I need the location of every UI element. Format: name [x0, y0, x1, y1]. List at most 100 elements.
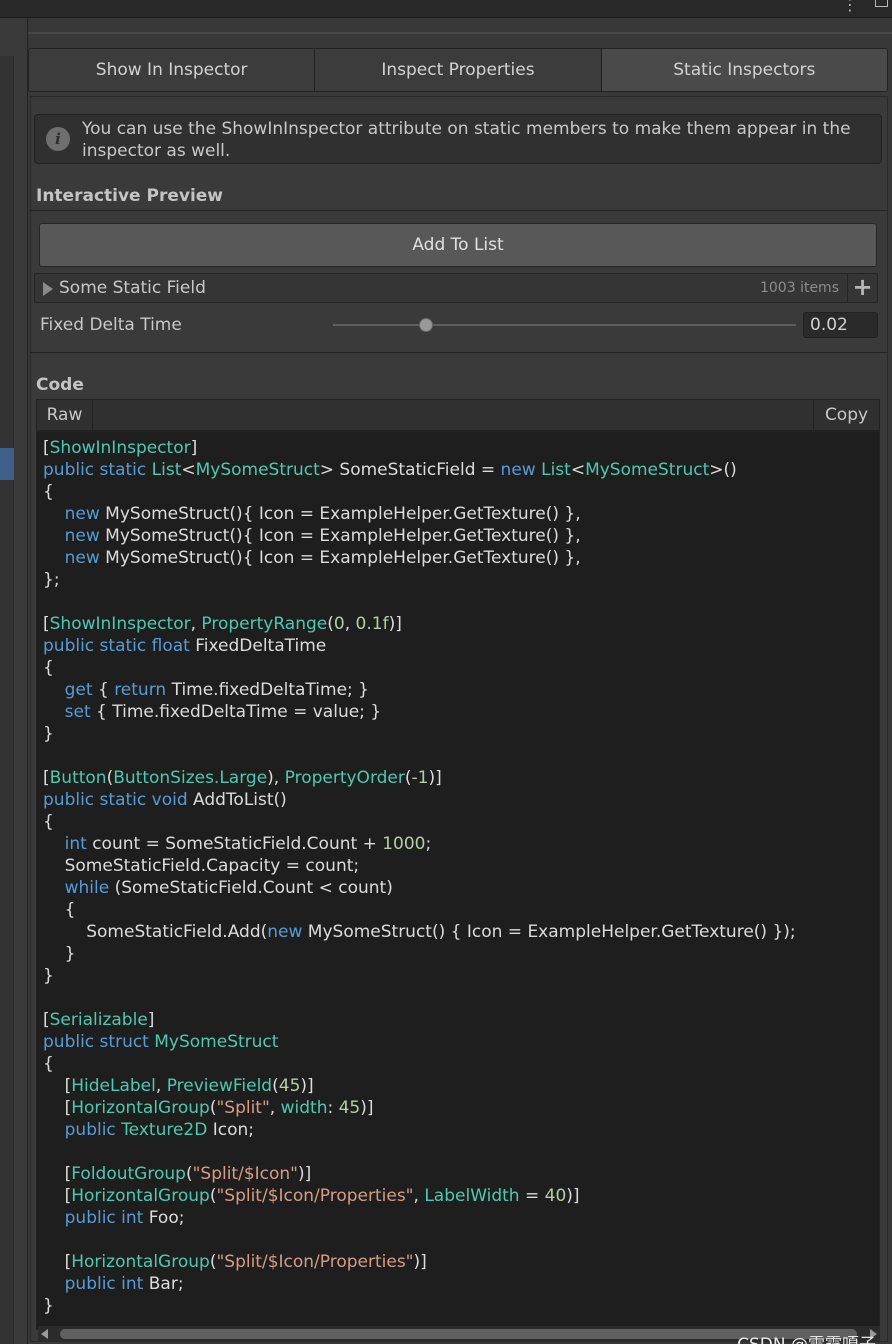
code-token: [ [43, 614, 50, 634]
code-token: SomeStaticField.Add( [43, 922, 268, 942]
panel-divider [28, 32, 892, 34]
code-line: } [43, 943, 796, 965]
code-line: } [43, 965, 796, 987]
code-token: new [64, 504, 106, 524]
more-options-icon[interactable]: ⋮ [842, 0, 858, 13]
inspector-panel: Show In Inspector Inspect Properties Sta… [28, 18, 892, 1344]
code-token: [ [43, 1186, 72, 1206]
code-token: )] [428, 768, 442, 788]
list-label: Some Static Field [59, 278, 206, 298]
section-divider [30, 210, 888, 211]
code-title: Code [36, 375, 84, 395]
code-token: MySomeStruct() { Icon = ExampleHelper.Ge… [307, 922, 796, 942]
code-token: } [43, 966, 54, 986]
code-token: = [519, 1186, 545, 1206]
code-token: SomeStaticField.Capacity = count; [43, 856, 360, 876]
code-view[interactable]: [ShowInInspector] public static List<MySo… [36, 431, 880, 1330]
maximize-icon[interactable] [875, 0, 888, 7]
code-line: { [43, 657, 796, 679]
tab-inspect-properties[interactable]: Inspect Properties [315, 49, 602, 91]
code-token: } [43, 944, 76, 964]
fixed-delta-time-label: Fixed Delta Time [40, 315, 182, 335]
code-line: SomeStaticField.Capacity = count; [43, 855, 796, 877]
code-line: [ShowInInspector, PropertyRange(0, 0.1f)… [43, 613, 796, 635]
code-token: new [267, 922, 308, 942]
code-line: public static void AddToList() [43, 789, 796, 811]
code-token: ( [327, 614, 334, 634]
slider-knob[interactable] [418, 318, 433, 332]
code-token: [ [43, 1252, 72, 1272]
code-line: public int Foo; [43, 1207, 796, 1229]
plus-icon[interactable]: + [847, 274, 877, 302]
code-line: { [43, 811, 796, 833]
code-token: [ [43, 768, 50, 788]
code-token: HorizontalGroup [71, 1252, 210, 1272]
code-token: ] [190, 438, 198, 458]
code-token: )] [413, 1252, 427, 1272]
code-line: { [43, 1053, 796, 1075]
code-line: set { Time.fixedDeltaTime = value; } [43, 701, 796, 723]
side-panel-list [0, 56, 14, 1344]
some-static-field-list[interactable]: Some Static Field 1003 items + [34, 273, 878, 303]
tab-show-in-inspector[interactable]: Show In Inspector [29, 49, 316, 91]
code-token: Button [49, 768, 107, 788]
side-panel [0, 18, 28, 1344]
copy-button[interactable]: Copy [813, 400, 879, 430]
code-token: "Split/$Icon" [192, 1164, 298, 1184]
raw-button[interactable]: Raw [37, 400, 93, 430]
code-token: MySomeStruct [154, 1032, 279, 1052]
code-token: ( [272, 1076, 279, 1096]
interactive-preview-title: Interactive Preview [36, 186, 224, 206]
code-line: } [43, 723, 796, 745]
code-token: , [413, 1186, 425, 1206]
code-token: { [43, 900, 76, 920]
code-token: ShowInInspector [49, 438, 191, 458]
code-token: new [64, 548, 106, 568]
code-token: 40 [544, 1186, 567, 1206]
code-token: "Split/$Icon/Properties" [216, 1186, 414, 1206]
code-token: MySomeStruct [585, 460, 710, 480]
code-token: width [280, 1098, 328, 1118]
code-text: [ShowInInspector] public static List<MySo… [43, 437, 796, 1317]
code-token: List [151, 460, 182, 480]
code-token: List [541, 460, 571, 480]
scroll-left-icon[interactable] [41, 1329, 48, 1339]
code-token: public static float [43, 636, 196, 656]
fixed-delta-time-field[interactable]: 0.02 [803, 312, 878, 338]
code-line: }; [43, 569, 796, 591]
code-toolbar: Raw Copy [36, 399, 880, 431]
code-token: public struct [43, 1032, 155, 1052]
code-token: count = SomeStaticField.Count + [92, 834, 383, 854]
code-token: )] [566, 1186, 580, 1206]
code-token: { [43, 482, 54, 502]
code-token: )] [298, 1164, 312, 1184]
code-token: 1000 [382, 834, 426, 854]
add-to-list-button[interactable]: Add To List [39, 223, 877, 267]
tab-static-inspectors[interactable]: Static Inspectors [601, 49, 887, 91]
code-token: < [181, 460, 196, 480]
code-token: get [64, 680, 98, 700]
code-token: )] [360, 1098, 374, 1118]
code-token: Bar; [148, 1274, 184, 1294]
code-token: MySomeStruct(){ Icon = ExampleHelper.Get… [105, 548, 581, 568]
code-token: )] [388, 614, 402, 634]
code-line: SomeStaticField.Add(new MySomeStruct() {… [43, 921, 796, 943]
code-token: Texture2D [121, 1120, 213, 1140]
code-line: new MySomeStruct(){ Icon = ExampleHelper… [43, 503, 796, 525]
code-token: AddToList() [193, 790, 287, 810]
code-line: [Serializable] [43, 1009, 796, 1031]
code-line: public struct MySomeStruct [43, 1031, 796, 1053]
slider-track[interactable] [333, 324, 796, 326]
code-token: Time.fixedDeltaTime; } [171, 680, 369, 700]
code-line: new MySomeStruct(){ Icon = ExampleHelper… [43, 547, 796, 569]
foldout-arrow-icon[interactable] [43, 282, 53, 296]
code-token: public int [64, 1208, 149, 1228]
code-token: MySomeStruct [195, 460, 320, 480]
code-token: Serializable [49, 1010, 148, 1030]
code-token: Icon; [212, 1120, 254, 1140]
code-token: )] [300, 1076, 314, 1096]
side-panel-selection[interactable] [0, 448, 14, 480]
code-token: FoldoutGroup [71, 1164, 186, 1184]
code-line: public Texture2D Icon; [43, 1119, 796, 1141]
